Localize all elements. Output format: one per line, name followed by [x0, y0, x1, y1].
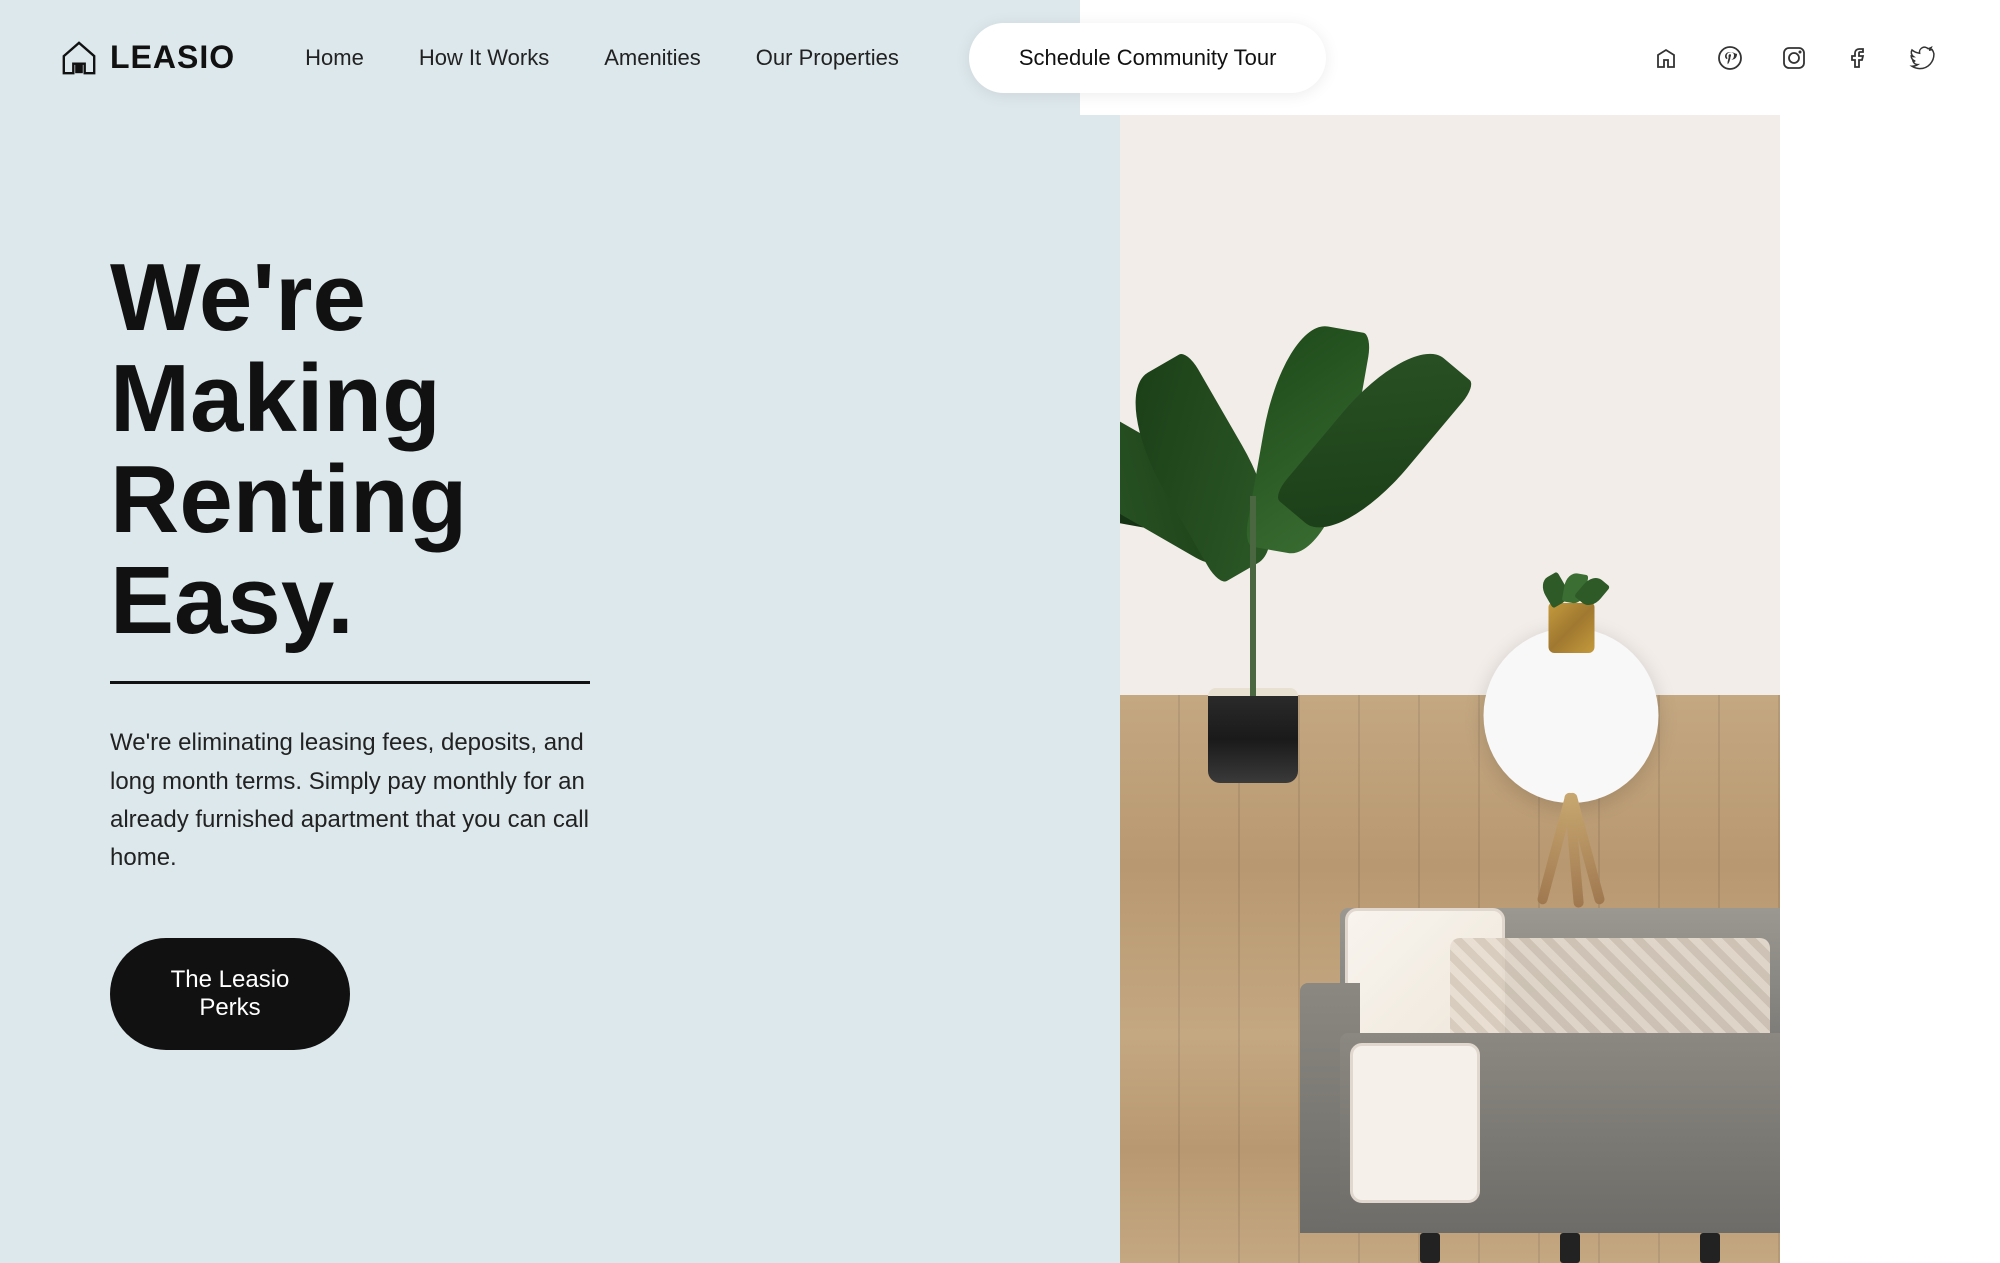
nav-item-home[interactable]: Home	[305, 45, 364, 71]
sofa-leg-3	[1700, 1233, 1720, 1263]
hero-content: We're Making Renting Easy. We're elimina…	[0, 115, 700, 1263]
sofa-back	[1340, 908, 1780, 1038]
nav-item-how-it-works[interactable]: How It Works	[419, 45, 549, 71]
sofa-pillow	[1350, 1043, 1480, 1203]
sofa-seat	[1340, 1033, 1780, 1233]
hero-headline: We're Making Renting Easy.	[110, 248, 700, 651]
nav-item-amenities[interactable]: Amenities	[604, 45, 701, 71]
hero-section: We're Making Renting Easy. We're elimina…	[0, 0, 1120, 1263]
small-plant-pot	[1548, 603, 1594, 653]
side-table	[1481, 628, 1661, 808]
room-image-panel	[1120, 0, 1780, 1263]
navbar: LEASIO Home How It Works Amenities Our P…	[0, 0, 2000, 115]
large-plant-pot	[1208, 688, 1298, 783]
home-icon	[60, 39, 98, 77]
nav-link-how-it-works[interactable]: How It Works	[419, 45, 549, 70]
hero-subtitle: We're eliminating leasing fees, deposits…	[110, 724, 590, 878]
nav-link-amenities[interactable]: Amenities	[604, 45, 701, 70]
schedule-tour-button[interactable]: Schedule Community Tour	[969, 23, 1327, 93]
instagram-icon[interactable]	[1776, 40, 1812, 76]
headline-line2: Renting Easy.	[110, 446, 467, 654]
large-plant	[1153, 283, 1353, 783]
twitter-icon[interactable]	[1904, 40, 1940, 76]
nav-links: Home How It Works Amenities Our Properti…	[305, 45, 899, 71]
perks-button[interactable]: The Leasio Perks	[110, 938, 350, 1050]
houzz-icon[interactable]	[1648, 40, 1684, 76]
nav-item-our-properties[interactable]: Our Properties	[756, 45, 899, 71]
sofa-leg-1	[1420, 1233, 1440, 1263]
brand-name: LEASIO	[110, 39, 235, 76]
sofa-legs	[1360, 1228, 1780, 1263]
nav-link-our-properties[interactable]: Our Properties	[756, 45, 899, 70]
far-right-white-panel	[1780, 0, 2000, 1263]
main-wrapper: We're Making Renting Easy. We're elimina…	[0, 0, 2000, 1263]
table-top	[1484, 628, 1659, 803]
facebook-icon[interactable]	[1840, 40, 1876, 76]
hero-divider	[110, 681, 590, 684]
logo[interactable]: LEASIO	[60, 39, 235, 77]
headline-line1: We're Making	[110, 244, 441, 452]
nav-link-home[interactable]: Home	[305, 45, 364, 70]
pinterest-icon[interactable]	[1712, 40, 1748, 76]
navbar-left: LEASIO Home How It Works Amenities Our P…	[60, 23, 1326, 93]
social-icons	[1648, 40, 1940, 76]
sofa	[1300, 883, 1780, 1263]
sofa-leg-2	[1560, 1233, 1580, 1263]
